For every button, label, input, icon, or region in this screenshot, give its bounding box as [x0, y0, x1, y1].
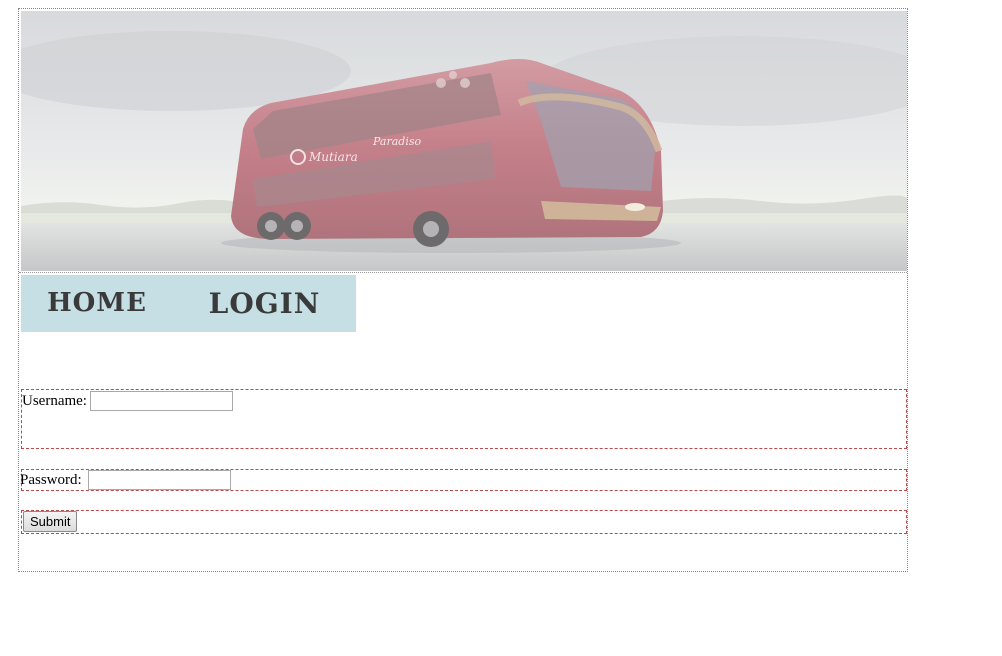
nav-login-link[interactable]: LOGIN	[173, 275, 356, 332]
username-row: Username:	[21, 389, 907, 449]
page-container: Mutiara Paradiso HOME LOGIN Username: Pa…	[18, 8, 908, 572]
username-input[interactable]	[90, 391, 233, 411]
password-input[interactable]	[88, 470, 231, 490]
banner-divider	[19, 272, 907, 273]
submit-row: Submit	[21, 510, 907, 534]
nav-bar: HOME LOGIN	[21, 275, 356, 332]
username-label: Username:	[22, 393, 87, 409]
password-label: Password:	[20, 472, 82, 488]
password-row: Password:	[20, 469, 907, 491]
submit-button[interactable]: Submit	[23, 511, 78, 532]
bus-banner-image: Mutiara Paradiso	[21, 11, 907, 271]
nav-home-link[interactable]: HOME	[21, 275, 173, 332]
